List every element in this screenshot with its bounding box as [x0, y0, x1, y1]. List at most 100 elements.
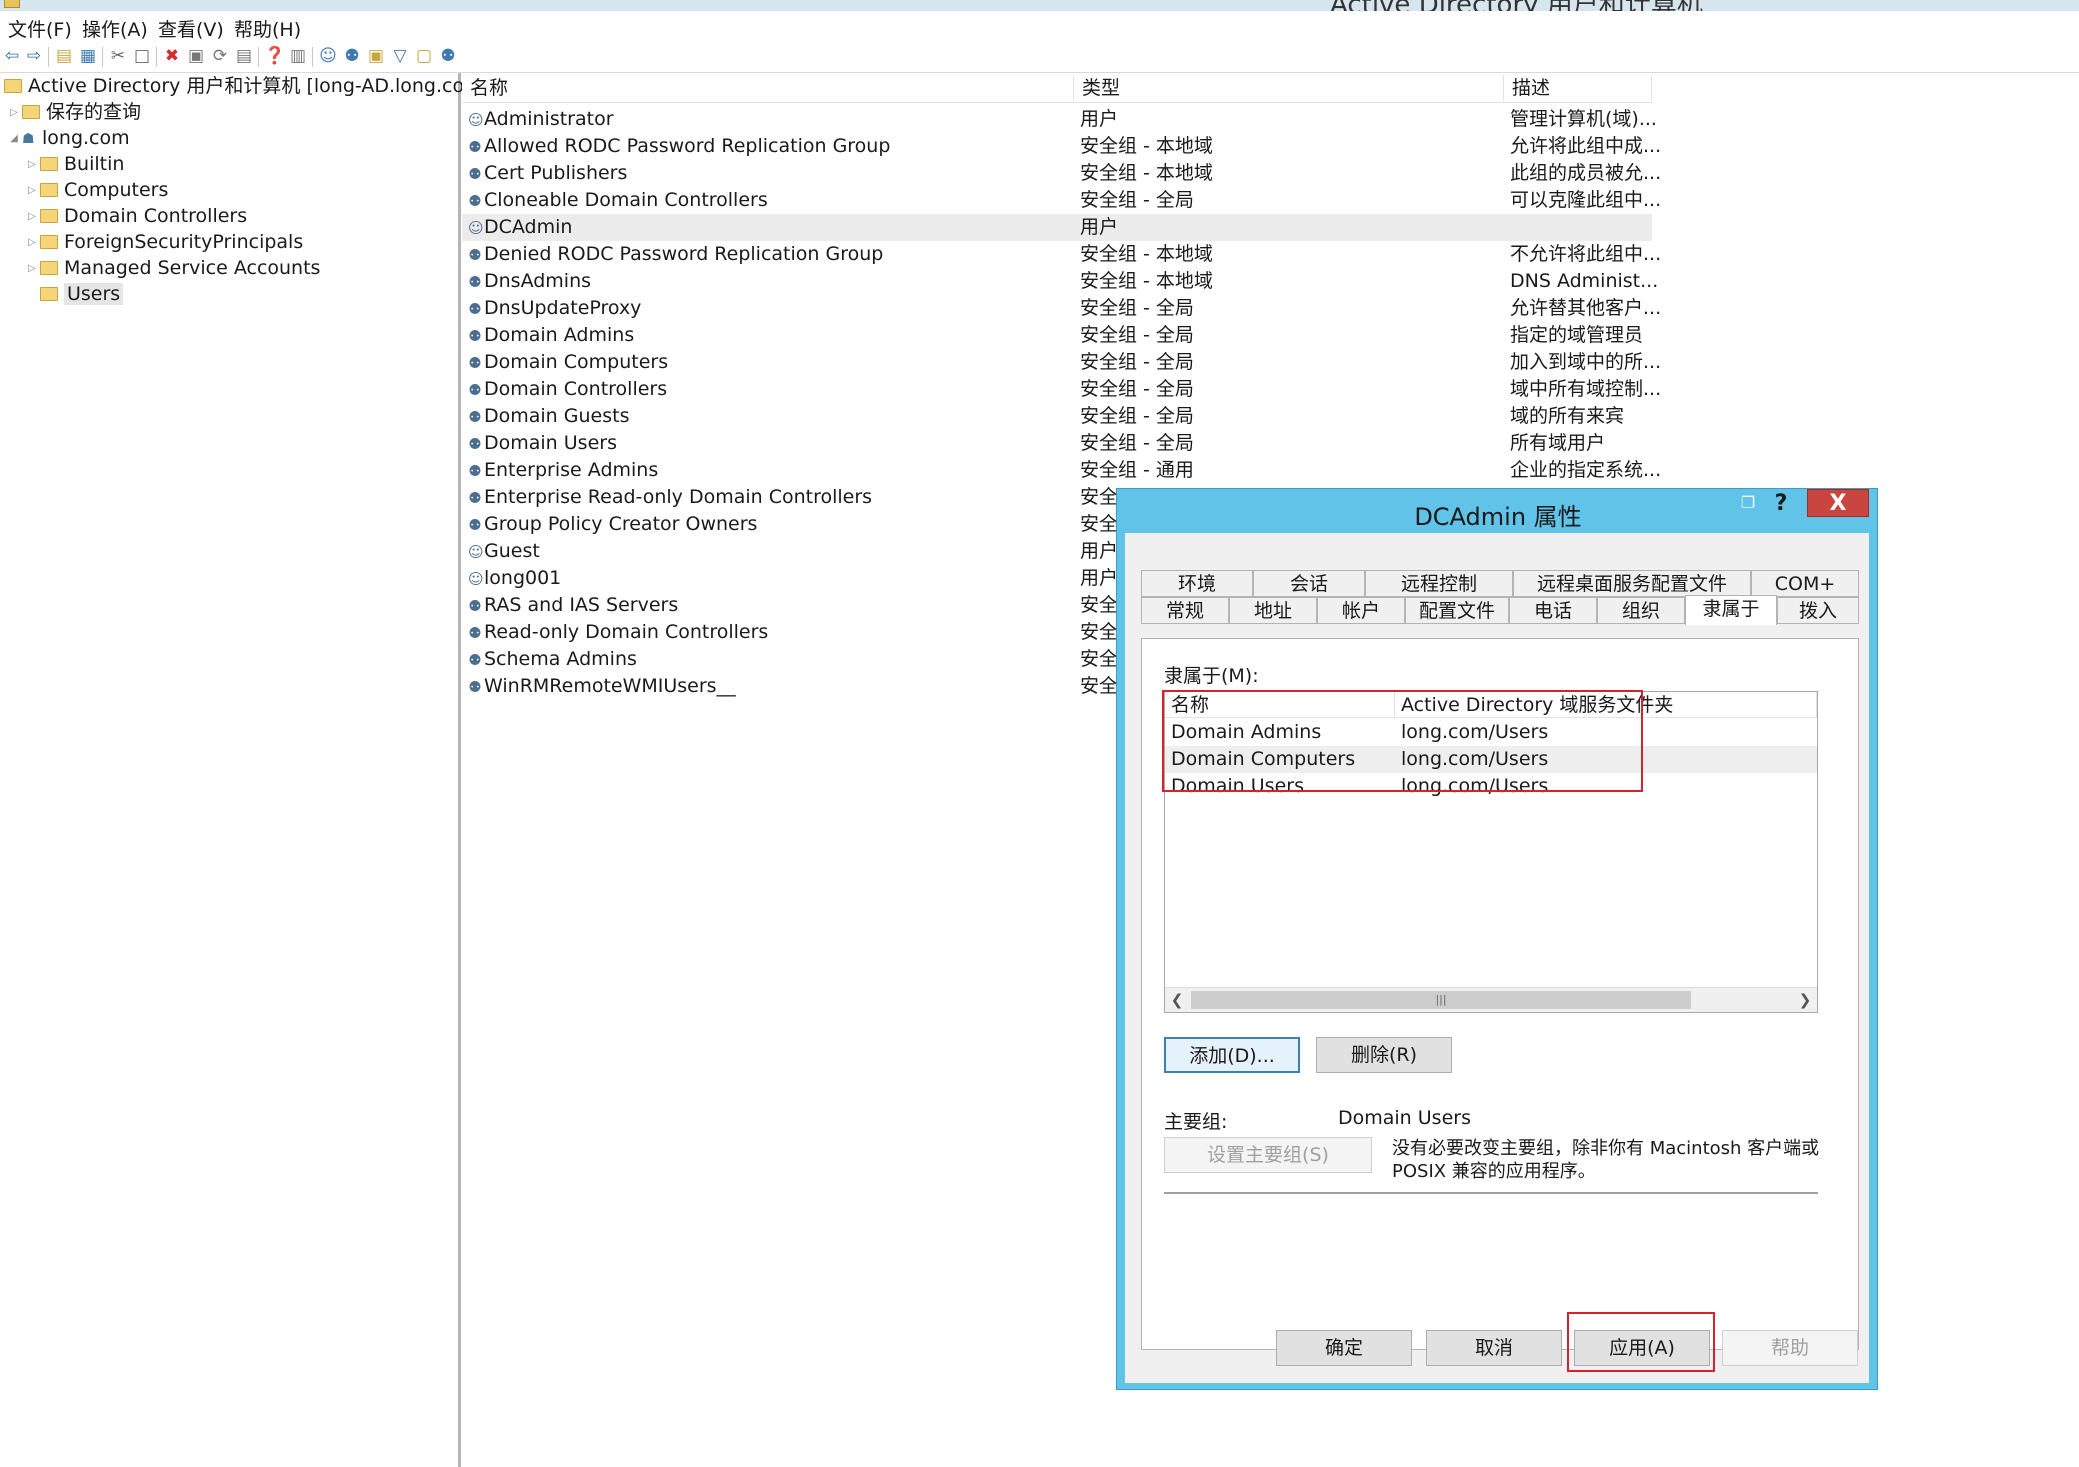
new-group-icon[interactable]: ⚉ [342, 46, 362, 66]
table-row[interactable]: ⚉ Domain Admins 安全组 - 全局 指定的域管理员 [462, 322, 1652, 349]
console-icon[interactable]: ▥ [288, 46, 308, 66]
table-row[interactable]: ⚉ Domain Guests 安全组 - 全局 域的所有来宾 [462, 403, 1652, 430]
cancel-button[interactable]: 取消 [1426, 1330, 1562, 1366]
set-primary-group-button[interactable]: 设置主要组(S) [1164, 1137, 1372, 1173]
cut-icon[interactable]: ✂ [108, 46, 128, 66]
expand-arrow-icon[interactable]: ▷ [26, 178, 38, 204]
tab-organization[interactable]: 组织 [1597, 597, 1685, 624]
tree-managed-service-accounts[interactable]: ▷ Managed Service Accounts [26, 255, 320, 281]
new-user-icon[interactable]: ☺ [318, 46, 338, 66]
new-ou-icon[interactable]: ▣ [366, 46, 386, 66]
expand-arrow-icon[interactable]: ▷ [26, 256, 38, 282]
row-type: 安全 [1080, 675, 1119, 697]
menu-view[interactable]: 查看(V) [154, 15, 228, 42]
tree-foreign-security-principals[interactable]: ▷ ForeignSecurityPrincipals [26, 229, 303, 255]
table-row[interactable]: ⚉ Domain Computers 安全组 - 全局 加入到域中的所... [462, 349, 1661, 377]
row-description: 所有域用户 [1510, 432, 1606, 454]
app-icon [4, 0, 20, 8]
expand-arrow-icon[interactable]: ▷ [8, 100, 20, 126]
column-header-name[interactable]: 名称 [462, 75, 1074, 101]
table-row[interactable]: ☺DCAdmin 用户 [462, 214, 1652, 241]
row-description: 企业的指定系统... [1510, 459, 1662, 481]
add-to-group-icon[interactable]: ⚉ [438, 46, 458, 66]
group-icon: ⚉ [468, 354, 482, 372]
copy-icon[interactable]: □ [132, 46, 152, 66]
scroll-right-icon[interactable]: ❯ [1793, 988, 1817, 1012]
export-list-icon[interactable]: ▤ [234, 46, 254, 66]
tab-member-of[interactable]: 隶属于 [1685, 595, 1777, 625]
tab-address[interactable]: 地址 [1229, 597, 1317, 624]
forward-icon[interactable]: ⇨ [24, 46, 44, 66]
tree-root[interactable]: Active Directory 用户和计算机 [long-AD.long.co… [4, 73, 490, 99]
row-type: 安全 [1080, 594, 1119, 616]
row-type: 安全 [1080, 648, 1119, 670]
help-icon[interactable]: ❓ [264, 46, 285, 66]
help-button[interactable]: 帮助 [1722, 1330, 1858, 1366]
tab-account[interactable]: 帐户 [1317, 597, 1405, 624]
row-name: ⚉ Domain Computers [468, 349, 668, 377]
expand-arrow-icon[interactable]: ▷ [26, 152, 38, 178]
column-header-type[interactable]: 类型 [1074, 75, 1504, 101]
menu-action[interactable]: 操作(A) [78, 15, 152, 42]
menu-file[interactable]: 文件(F) [4, 15, 76, 42]
tree-users[interactable]: Users [26, 281, 124, 307]
tree-builtin[interactable]: ▷ Builtin [26, 151, 124, 177]
tab-sessions[interactable]: 会话 [1253, 570, 1365, 597]
tab-com-plus[interactable]: COM+ [1751, 570, 1859, 597]
row-description: 指定的域管理员 [1510, 324, 1644, 346]
menu-help[interactable]: 帮助(H) [230, 15, 305, 42]
add-button[interactable]: 添加(D)... [1164, 1037, 1300, 1073]
delete-icon[interactable]: ✖ [162, 46, 182, 66]
table-row[interactable]: ⚉ DnsAdmins 安全组 - 本地域 DNS Administ... [462, 268, 1658, 295]
expand-arrow-icon[interactable]: ▷ [26, 230, 38, 256]
row-name: ⚉ Domain Guests [468, 403, 629, 431]
up-folder-icon[interactable]: ▤ [54, 46, 74, 66]
horizontal-scrollbar[interactable]: ❮ ||| ❯ [1165, 987, 1817, 1012]
back-icon[interactable]: ⇦ [2, 46, 22, 66]
scroll-thumb[interactable]: ||| [1191, 991, 1691, 1009]
row-description: DNS Administ... [1510, 270, 1659, 292]
collapse-arrow-icon[interactable]: ◢ [8, 126, 20, 152]
remove-button[interactable]: 删除(R) [1316, 1037, 1452, 1073]
folder-icon [40, 234, 58, 249]
tab-remote-control[interactable]: 远程控制 [1365, 570, 1513, 597]
scroll-left-icon[interactable]: ❮ [1165, 988, 1189, 1012]
tab-telephones[interactable]: 电话 [1509, 597, 1597, 624]
restore-icon[interactable]: ❐ [1737, 493, 1759, 515]
tree-saved-queries[interactable]: ▷ 保存的查询 [8, 99, 141, 125]
row-type: 安全组 - 本地域 [1080, 270, 1213, 292]
ok-button[interactable]: 确定 [1276, 1330, 1412, 1366]
tab-dial-in[interactable]: 拨入 [1777, 597, 1859, 624]
row-description: 域的所有来宾 [1510, 405, 1625, 427]
show-hide-tree-icon[interactable]: ▦ [78, 46, 98, 66]
ad-console-icon [4, 78, 22, 93]
table-row[interactable]: ⚉ Cloneable Domain Controllers 安全组 - 全局 可以克… [462, 187, 1661, 214]
tab-general[interactable]: 常规 [1141, 597, 1229, 624]
column-header-description[interactable]: 描述 [1504, 75, 1652, 101]
table-row[interactable]: ☺Administrator 用户 管理计算机(域)... [462, 106, 1657, 133]
table-row[interactable]: ⚉ Denied RODC Password Replication Group 安… [462, 241, 1661, 268]
table-row[interactable]: ⚉ Domain Controllers 安全组 - 全局 域中所有域控制... [462, 376, 1661, 403]
table-row[interactable]: ⚉ Domain Users 安全组 - 全局 所有域用户 [462, 430, 1652, 457]
expand-arrow-icon[interactable]: ▷ [26, 204, 38, 230]
group-icon: ⚉ [468, 300, 482, 318]
table-row[interactable]: ⚉ Cert Publishers 安全组 - 本地域 此组的成员被允... [462, 160, 1661, 187]
tree-domain[interactable]: ◢ ☗ long.com [8, 125, 129, 152]
tab-rds-profile[interactable]: 远程桌面服务配置文件 [1513, 570, 1751, 597]
find-icon[interactable]: ▢ [414, 46, 434, 66]
tree-domain-controllers[interactable]: ▷ Domain Controllers [26, 203, 247, 229]
table-row[interactable]: ⚉ Allowed RODC Password Replication Group… [462, 133, 1661, 160]
refresh-icon[interactable]: ⟳ [210, 46, 230, 66]
table-row[interactable]: ⚉ DnsUpdateProxy 安全组 - 全局 允许替其他客户... [462, 295, 1661, 322]
tree-computers[interactable]: ▷ Computers [26, 177, 168, 203]
properties-icon[interactable]: ▣ [186, 46, 206, 66]
dialog-help-button[interactable]: ? [1761, 491, 1801, 517]
tab-environment[interactable]: 环境 [1141, 570, 1253, 597]
table-row[interactable]: ⚉ Enterprise Admins 安全组 - 通用 企业的指定系统... [462, 457, 1661, 484]
filter-icon[interactable]: ▽ [390, 46, 410, 66]
tab-profile[interactable]: 配置文件 [1405, 597, 1509, 624]
dialog-close-button[interactable]: X [1807, 489, 1869, 517]
row-type: 用户 [1080, 567, 1119, 589]
row-description: 域中所有域控制... [1510, 378, 1662, 400]
primary-group-value: Domain Users [1338, 1107, 1471, 1129]
